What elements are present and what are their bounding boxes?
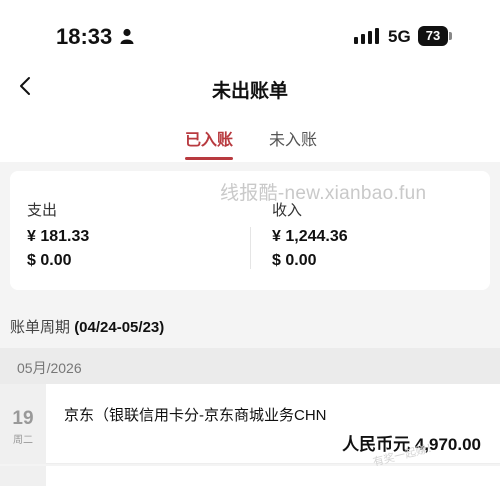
- active-tab-indicator: [185, 157, 233, 160]
- expense-usd: $ 0.00: [27, 252, 72, 269]
- battery-icon: 73: [418, 26, 452, 46]
- status-bar: 18:33 5G 73: [0, 0, 500, 62]
- income-cny: ¥ 1,244.36: [272, 228, 348, 245]
- expense-cny: ¥ 181.33: [27, 228, 90, 245]
- billing-cycle-label: 账单周期: [10, 319, 71, 336]
- summary-card: 线报酷-new.xianbao.fun 支出 ¥ 181.33 $ 0.00 收…: [10, 171, 490, 290]
- income-label: 收入: [272, 202, 303, 219]
- billing-cycle-range: (04/24-05/23): [74, 319, 165, 336]
- expense-label: 支出: [27, 202, 58, 219]
- status-time: 18:33: [56, 24, 113, 49]
- month-header: 05月/2026: [0, 348, 500, 384]
- battery-cap: [449, 32, 452, 40]
- network-type: 5G: [388, 27, 411, 46]
- row-divider: [46, 463, 500, 464]
- tab-pending[interactable]: 未入账: [269, 126, 317, 150]
- transaction-day: 19: [12, 408, 34, 429]
- battery-level: 73: [418, 26, 448, 46]
- billing-cycle: 账单周期 (04/24-05/23): [10, 316, 164, 337]
- tab-posted[interactable]: 已入账: [185, 126, 233, 150]
- watermark-text: 线报酷-new.xianbao.fun: [220, 183, 427, 204]
- page-header: 未出账单 已入账 未入账: [0, 62, 500, 162]
- month-label: 05月/2026: [17, 360, 82, 376]
- transaction-date: 19 周二: [0, 384, 46, 464]
- page-title: 未出账单: [211, 81, 288, 102]
- transaction-date-next: [0, 466, 46, 486]
- signal-icon: [354, 28, 379, 44]
- summary-divider: [250, 227, 251, 269]
- person-icon: [120, 28, 134, 44]
- transaction-row-next[interactable]: [0, 466, 500, 486]
- income-usd: $ 0.00: [272, 252, 317, 269]
- transaction-merchant: 京东（银联信用卡分-京东商城业务CHN: [64, 407, 327, 424]
- transaction-weekday: 周二: [13, 435, 33, 446]
